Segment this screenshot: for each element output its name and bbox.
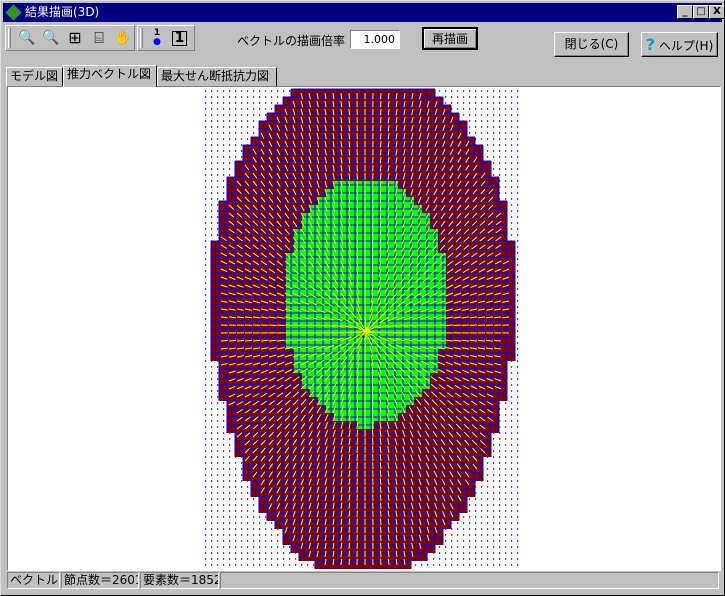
pan-hand-icon[interactable]: ✋ [114,29,132,47]
fit-icon[interactable]: ⊞ [66,29,84,47]
app-icon [5,4,22,21]
window-title: 結果描画(3D) [25,5,100,19]
status-node-count: 節点数＝2601 [61,572,139,589]
redraw-button[interactable]: 再描画 [422,27,478,50]
status-mode: ベクトル図 [7,572,60,589]
tab-thrust-vector[interactable]: 推力ベクトル図 [63,65,157,87]
help-button[interactable]: ? ヘルプ(H) [641,32,718,57]
scale-input[interactable]: 1.000 [350,30,400,49]
help-label: ヘルプ(H) [658,39,714,53]
drawing-canvas[interactable] [7,86,721,571]
zoom-in-icon[interactable]: 🔍 [18,29,36,47]
node-icon[interactable]: 1 ● [148,29,166,47]
minimize-button[interactable]: _ [677,5,693,19]
result-window: 結果描画(3D) _ □ X 🔍 🔍 ⊞ ⌸ ✋ 1 ● 1 ベクトルの描画倍率 … [0,0,725,596]
toolbar-grip[interactable] [140,28,143,48]
scale-label: ベクトルの描画倍率 [237,34,346,48]
close-button[interactable]: 閉じる(C) [554,32,629,57]
maximize-button[interactable]: □ [693,5,709,19]
vector-plot [205,88,519,569]
help-question-icon: ? [645,35,656,54]
view-toolbar: 🔍 🔍 ⊞ ⌸ ✋ [5,25,135,51]
zoom-out-icon[interactable]: 🔍 [42,29,60,47]
toolbar-grip[interactable] [8,28,11,48]
title-bar: 結果描画(3D) [3,3,722,22]
status-element-count: 要素数＝1852 [140,572,219,589]
status-empty [220,572,719,589]
tab-max-shear[interactable]: 最大せん断抵抗力図 [157,67,277,86]
display-toolbar: 1 ● 1 [137,25,195,51]
tab-model[interactable]: モデル図 [6,67,63,86]
frame-icon[interactable]: ⌸ [90,29,108,47]
number-icon[interactable]: 1 [172,31,187,46]
close-window-button[interactable]: X [709,5,725,19]
